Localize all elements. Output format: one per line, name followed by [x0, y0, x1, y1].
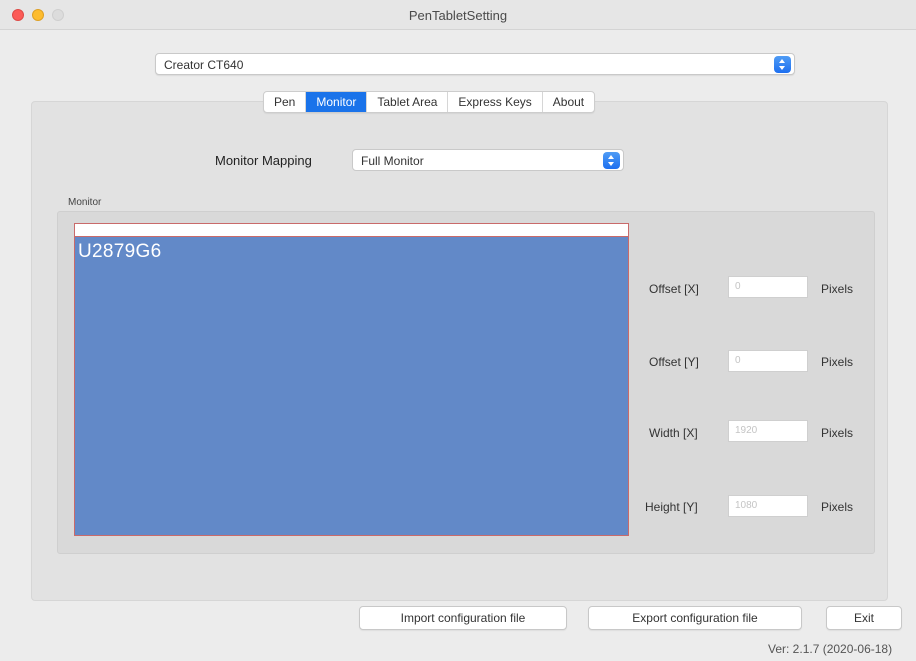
offset-x-input[interactable]: 0 — [728, 276, 808, 298]
monitor-preview-header — [75, 224, 628, 237]
tab-express-keys[interactable]: Express Keys — [448, 92, 543, 112]
offset-y-label: Offset [Y] — [649, 355, 699, 369]
export-config-button[interactable]: Export configuration file — [588, 606, 802, 630]
tab-about[interactable]: About — [543, 92, 594, 112]
tab-bar: Pen Monitor Tablet Area Express Keys Abo… — [263, 91, 596, 113]
offset-x-unit: Pixels — [821, 282, 854, 296]
exit-button[interactable]: Exit — [826, 606, 902, 630]
height-y-unit: Pixels — [821, 500, 854, 514]
device-select-value: Creator CT640 — [164, 58, 244, 72]
height-y-label: Height [Y] — [645, 500, 698, 514]
monitor-preview[interactable]: U2879G6 — [74, 223, 629, 536]
monitor-mapping-label: Monitor Mapping — [215, 153, 312, 168]
monitor-display-name: U2879G6 — [78, 241, 162, 262]
offset-y-value: 0 — [735, 355, 741, 366]
app-window: PenTabletSetting Creator CT640 Pen Monit… — [0, 0, 916, 661]
width-x-unit: Pixels — [821, 426, 854, 440]
version-label: Ver: 2.1.7 (2020-06-18) — [768, 642, 893, 656]
width-x-input[interactable]: 1920 — [728, 420, 808, 442]
height-y-input[interactable]: 1080 — [728, 495, 808, 517]
device-select[interactable]: Creator CT640 — [155, 53, 795, 75]
import-config-button[interactable]: Import configuration file — [359, 606, 567, 630]
select-arrows-icon — [603, 152, 620, 169]
title-bar: PenTabletSetting — [0, 0, 916, 30]
window-title: PenTabletSetting — [408, 8, 508, 23]
width-x-value: 1920 — [735, 425, 758, 436]
tab-pen[interactable]: Pen — [264, 92, 307, 112]
monitor-mapping-select[interactable]: Full Monitor — [352, 149, 624, 171]
offset-x-label: Offset [X] — [649, 282, 699, 296]
monitor-group-label: Monitor — [68, 197, 102, 208]
tab-tablet-area[interactable]: Tablet Area — [367, 92, 449, 112]
width-x-label: Width [X] — [649, 426, 698, 440]
tab-monitor[interactable]: Monitor — [306, 92, 368, 112]
monitor-mapping-value: Full Monitor — [361, 154, 424, 168]
select-arrows-icon — [774, 56, 791, 73]
offset-y-unit: Pixels — [821, 355, 854, 369]
offset-y-input[interactable]: 0 — [728, 350, 808, 372]
height-y-value: 1080 — [735, 500, 758, 511]
offset-x-value: 0 — [735, 281, 741, 292]
